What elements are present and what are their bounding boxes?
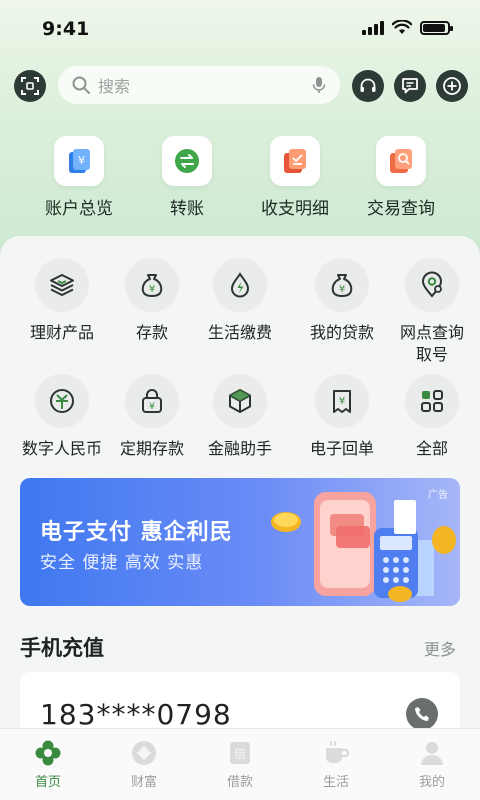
service-label: 电子回单 <box>309 439 374 458</box>
service-label: 全部 <box>415 439 448 458</box>
phone-number: 183****0798 <box>40 698 232 731</box>
battery-icon <box>420 20 453 35</box>
svg-text:¥: ¥ <box>149 284 155 295</box>
tab-wealth[interactable]: 财富 <box>96 739 192 790</box>
service-utility-payment[interactable]: 生活缴费 <box>192 258 288 344</box>
all-services-icon <box>405 374 459 428</box>
contacts-button[interactable] <box>406 698 438 730</box>
service-my-loan[interactable]: ¥ 我的贷款 <box>294 258 390 344</box>
service-fixed-deposit[interactable]: ¥ 定期存款 <box>104 374 200 460</box>
loan-tab-icon: 借 <box>230 742 250 764</box>
more-link[interactable]: 更多 <box>424 636 456 660</box>
service-deposit[interactable]: ¥ 存款 <box>104 258 200 344</box>
wealth-products-icon <box>35 258 89 312</box>
svg-text:¥: ¥ <box>78 154 85 167</box>
search-row: 搜索 <box>14 64 468 106</box>
add-button[interactable] <box>436 70 468 102</box>
service-label-line1: 网点查询 <box>399 323 464 342</box>
svg-text:¥: ¥ <box>339 284 345 295</box>
digital-rmb-icon <box>35 374 89 428</box>
customer-service-button[interactable] <box>352 70 384 102</box>
wealth-icon <box>132 741 156 765</box>
svg-text:¥: ¥ <box>149 402 155 412</box>
scan-icon <box>21 77 39 95</box>
banner-title: 电子支付 惠企利民 <box>40 520 233 545</box>
search-icon <box>72 76 90 94</box>
quick-action-label: 转账 <box>170 199 204 219</box>
quick-action-transfer[interactable]: 转账 <box>132 136 242 219</box>
service-label: 理财产品 <box>29 323 94 342</box>
service-label-line2: 取号 <box>415 344 448 364</box>
service-label: 存款 <box>135 323 168 342</box>
user-icon <box>421 742 443 765</box>
service-label: 我的贷款 <box>309 323 374 342</box>
message-icon <box>402 78 418 94</box>
quick-action-label: 账户总览 <box>45 199 113 219</box>
quick-action-transaction-query[interactable]: 交易查询 <box>346 136 456 219</box>
service-label: 定期存款 <box>119 439 184 458</box>
quick-action-statement[interactable]: 收支明细 <box>240 136 350 219</box>
service-wealth-products[interactable]: 理财产品 <box>14 258 110 344</box>
svg-text:¥: ¥ <box>339 396 345 407</box>
headset-icon <box>360 78 376 92</box>
branch-search-icon <box>405 258 459 312</box>
quick-action-account-overview[interactable]: ¥ 账户总览 <box>24 136 134 219</box>
account-overview-icon: ¥ <box>54 136 104 186</box>
svg-text:借: 借 <box>234 747 246 761</box>
cellular-signal-icon <box>362 20 384 35</box>
tab-label: 财富 <box>130 775 157 790</box>
plus-circle-icon <box>443 77 461 95</box>
transfer-icon <box>162 136 212 186</box>
service-label: 网点查询 取号 <box>400 322 464 365</box>
tab-me[interactable]: 我的 <box>384 739 480 790</box>
status-icons <box>362 20 453 35</box>
quick-action-label: 收支明细 <box>261 199 329 219</box>
service-label: 数字人民币 <box>21 439 102 458</box>
search-placeholder: 搜索 <box>98 77 131 96</box>
tab-loan[interactable]: 借 借款 <box>192 739 288 790</box>
phone-icon <box>415 707 429 721</box>
tab-home[interactable]: 首页 <box>0 739 96 790</box>
coffee-cup-icon <box>326 741 350 763</box>
loan-icon: ¥ <box>315 258 369 312</box>
recharge-section-title: 手机充值 <box>20 636 104 660</box>
quick-actions: ¥ 账户总览 转账 收支明细 交易查询 <box>0 136 480 219</box>
search-input[interactable]: 搜索 <box>58 66 340 104</box>
e-receipt-icon: ¥ <box>315 374 369 428</box>
service-e-receipt[interactable]: ¥ 电子回单 <box>294 374 390 460</box>
payment-illustration <box>271 492 456 602</box>
transaction-query-icon <box>376 136 426 186</box>
wifi-icon <box>392 20 412 34</box>
deposit-icon: ¥ <box>125 258 179 312</box>
scan-button[interactable] <box>14 70 46 102</box>
microphone-icon[interactable] <box>312 76 326 94</box>
quick-action-label: 交易查询 <box>367 199 435 219</box>
utility-payment-icon <box>213 258 267 312</box>
service-finance-assistant[interactable]: 金融助手 <box>192 374 288 460</box>
finance-assistant-icon <box>213 374 267 428</box>
tab-label: 我的 <box>418 775 445 790</box>
service-digital-rmb[interactable]: 数字人民币 <box>14 374 110 460</box>
fixed-deposit-icon: ¥ <box>125 374 179 428</box>
banner-subtitle: 安全 便捷 高效 实惠 <box>40 553 204 573</box>
tab-label: 借款 <box>226 775 253 790</box>
messages-button[interactable] <box>394 70 426 102</box>
status-bar: 9:41 <box>0 0 480 60</box>
service-all[interactable]: 全部 <box>384 374 480 460</box>
home-icon <box>35 740 61 766</box>
tab-label: 生活 <box>322 775 349 790</box>
statement-icon <box>270 136 320 186</box>
status-time: 9:41 <box>42 18 90 40</box>
tab-label: 首页 <box>34 775 61 790</box>
service-branch-search[interactable]: 网点查询 取号 <box>384 258 480 365</box>
promo-banner[interactable]: 广告 电子支付 惠企利民 安全 便捷 高效 实惠 <box>20 478 460 606</box>
service-label: 金融助手 <box>207 439 272 458</box>
bottom-tab-bar: 首页 财富 借 借款 生活 我的 <box>0 728 480 800</box>
service-label: 生活缴费 <box>207 323 272 342</box>
tab-life[interactable]: 生活 <box>288 739 384 790</box>
